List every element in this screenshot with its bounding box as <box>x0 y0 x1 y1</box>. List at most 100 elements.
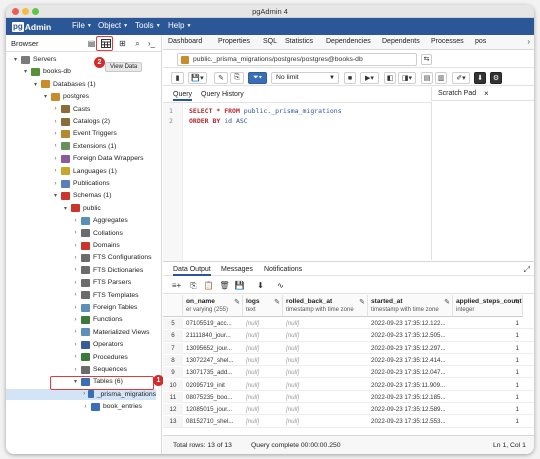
tree-node[interactable]: ▾ Servers <box>12 54 56 65</box>
column-header[interactable]: started_at timestamp with time zone ✎ <box>368 295 453 317</box>
commit-button[interactable]: ▤ <box>421 72 433 84</box>
table-cell[interactable]: 21111840_jour... <box>186 332 242 339</box>
clear-button[interactable]: ✐▾ <box>452 72 470 84</box>
table-cell[interactable]: [null] <box>246 332 282 339</box>
table-cell[interactable]: 6 <box>163 330 183 342</box>
table-row[interactable]: 5 07105519_acc... [null] [null] 2022-09-23 1… <box>163 318 534 330</box>
table-cell[interactable]: [null] <box>246 320 282 327</box>
tree-node[interactable]: › Materialized Views <box>72 327 150 338</box>
tree-node[interactable]: › FTS Templates <box>72 290 139 301</box>
tab-processes[interactable]: Processes <box>431 38 464 45</box>
tree-toggle-icon[interactable]: › <box>72 354 79 360</box>
tab-notifications[interactable]: Notifications <box>264 266 302 273</box>
tab-query-history[interactable]: Query History <box>201 91 244 98</box>
table-cell[interactable]: [null] <box>286 418 367 425</box>
table-row[interactable]: 12 12085015_jour... [null] [null] 2022-09-23… <box>163 404 534 416</box>
tree-node[interactable]: › _prisma_migrations <box>6 388 156 400</box>
graph-icon[interactable]: ∿ <box>275 280 286 291</box>
copy-button[interactable]: ⎘ <box>230 72 244 84</box>
table-row[interactable]: 13 08152710_shel... [null] [null] 2022-09-23… <box>163 416 534 428</box>
menu-file[interactable]: File ▼ <box>72 21 92 30</box>
tree-toggle-icon[interactable]: › <box>72 230 79 236</box>
table-cell[interactable]: 1 <box>453 418 519 425</box>
table-cell[interactable]: 1 <box>453 357 519 364</box>
table-cell[interactable]: 1 <box>453 369 519 376</box>
explain-analyze-button[interactable]: ◨▾ <box>398 72 416 84</box>
tab-dependents[interactable]: Dependents <box>382 38 420 45</box>
tab-data-output[interactable]: Data Output <box>173 266 211 276</box>
table-cell[interactable]: [null] <box>246 345 282 352</box>
tree-toggle-icon[interactable]: › <box>72 280 79 286</box>
table-cell[interactable]: 2022-09-23 17:35:12.047... <box>371 369 452 376</box>
table-cell[interactable]: [null] <box>246 394 282 401</box>
table-cell[interactable]: 9 <box>163 367 183 379</box>
table-cell[interactable]: 2022-09-23 17:35:11.909... <box>371 382 452 389</box>
stop-button[interactable]: ■ <box>344 72 356 84</box>
tree-toggle-icon[interactable]: › <box>52 181 59 187</box>
tree-toggle-icon[interactable]: › <box>72 317 79 323</box>
tree-node[interactable]: › Collations <box>72 228 123 239</box>
table-cell[interactable]: 5 <box>163 318 183 329</box>
save-data-icon[interactable]: 💾 <box>234 280 245 291</box>
connection-switch-button[interactable]: ⇆ <box>421 54 432 65</box>
tab-statistics[interactable]: Statistics <box>285 38 313 45</box>
tree-toggle-icon[interactable]: › <box>72 218 79 224</box>
menu-help[interactable]: Help ▼ <box>168 21 191 30</box>
tree-node[interactable]: › FTS Parsers <box>72 277 131 288</box>
save-file-button[interactable]: 💾▾ <box>188 72 207 84</box>
table-cell[interactable]: 2022-09-23 17:35:12.122... <box>371 320 452 327</box>
download-button[interactable]: ⬇ <box>474 72 486 84</box>
table-row[interactable]: 8 13072247_shel... [null] [null] 2022-09-23 … <box>163 354 534 367</box>
table-cell[interactable]: 08152710_shel... <box>186 418 242 425</box>
download-icon[interactable]: ⬇ <box>255 280 266 291</box>
tab-dependencies[interactable]: Dependencies <box>326 38 371 45</box>
table-cell[interactable]: 11 <box>163 391 183 403</box>
column-header[interactable]: logs text ✎ <box>243 295 283 317</box>
expand-icon[interactable]: ⤢ <box>524 265 530 275</box>
tree-node[interactable]: ▾ public <box>62 203 101 214</box>
tree-node[interactable]: › Operators <box>72 339 123 350</box>
table-cell[interactable]: [null] <box>246 382 282 389</box>
close-icon[interactable]: × <box>484 89 489 98</box>
table-cell[interactable]: 1 <box>453 406 519 413</box>
table-cell[interactable]: 7 <box>163 342 183 354</box>
tree-toggle-icon[interactable]: ▾ <box>12 56 19 63</box>
tree-toggle-icon[interactable]: › <box>82 391 86 397</box>
table-row[interactable]: 7 13095652_jour... [null] [null] 2022-09-23 … <box>163 342 534 354</box>
tab-properties[interactable]: Properties <box>218 38 250 45</box>
table-cell[interactable]: 2022-09-23 17:35:12.505... <box>371 332 452 339</box>
tree-node[interactable]: › Casts <box>52 104 90 115</box>
macros-button[interactable]: ⚙ <box>490 72 502 84</box>
tree-toggle-icon[interactable]: › <box>52 106 59 112</box>
filtered-rows-icon[interactable]: ⊞ <box>117 38 128 49</box>
menu-object[interactable]: Object ▼ <box>98 21 128 30</box>
table-cell[interactable]: [null] <box>246 418 282 425</box>
tab-dashboard[interactable]: Dashboard <box>168 38 202 45</box>
table-cell[interactable]: 2022-09-23 17:35:12.553... <box>371 418 452 425</box>
explain-button[interactable]: ◧ <box>384 72 396 84</box>
tree-node[interactable]: › Foreign Tables <box>72 302 137 313</box>
tree-toggle-icon[interactable]: › <box>52 119 59 125</box>
tree-toggle-icon[interactable]: › <box>72 305 79 311</box>
table-cell[interactable]: [null] <box>246 406 282 413</box>
table-row[interactable]: 10 02095719_init [null] [null] 2022-09-23 17… <box>163 379 534 391</box>
limit-select[interactable]: No limit ▼ <box>271 72 339 84</box>
table-cell[interactable]: 2022-09-23 17:35:12.297... <box>371 345 452 352</box>
tree-node[interactable]: › Functions <box>72 314 122 325</box>
paste-icon[interactable]: 📋 <box>203 280 214 291</box>
table-cell[interactable]: [null] <box>286 357 367 364</box>
connection-field[interactable]: public._prisma_migrations/postgres/postg… <box>177 53 417 66</box>
tree-node[interactable]: ▾ Schemas (1) <box>52 190 112 201</box>
scratch-pad[interactable] <box>431 102 534 260</box>
tree-node[interactable]: › Procedures <box>72 352 128 363</box>
table-cell[interactable]: 2022-09-23 17:35:12.185... <box>371 394 452 401</box>
tab-messages[interactable]: Messages <box>221 266 253 273</box>
table-cell[interactable]: [null] <box>286 320 367 327</box>
chevron-right-icon[interactable]: › <box>527 37 530 46</box>
tree-node[interactable]: › Sequences <box>72 364 127 375</box>
filter-button[interactable]: ⏷▾ <box>248 72 267 84</box>
add-row-icon[interactable]: ≡+ <box>171 280 182 291</box>
tab-query-tool[interactable]: pos <box>475 38 486 45</box>
table-cell[interactable]: [null] <box>286 382 367 389</box>
tab-sql[interactable]: SQL <box>263 38 277 45</box>
